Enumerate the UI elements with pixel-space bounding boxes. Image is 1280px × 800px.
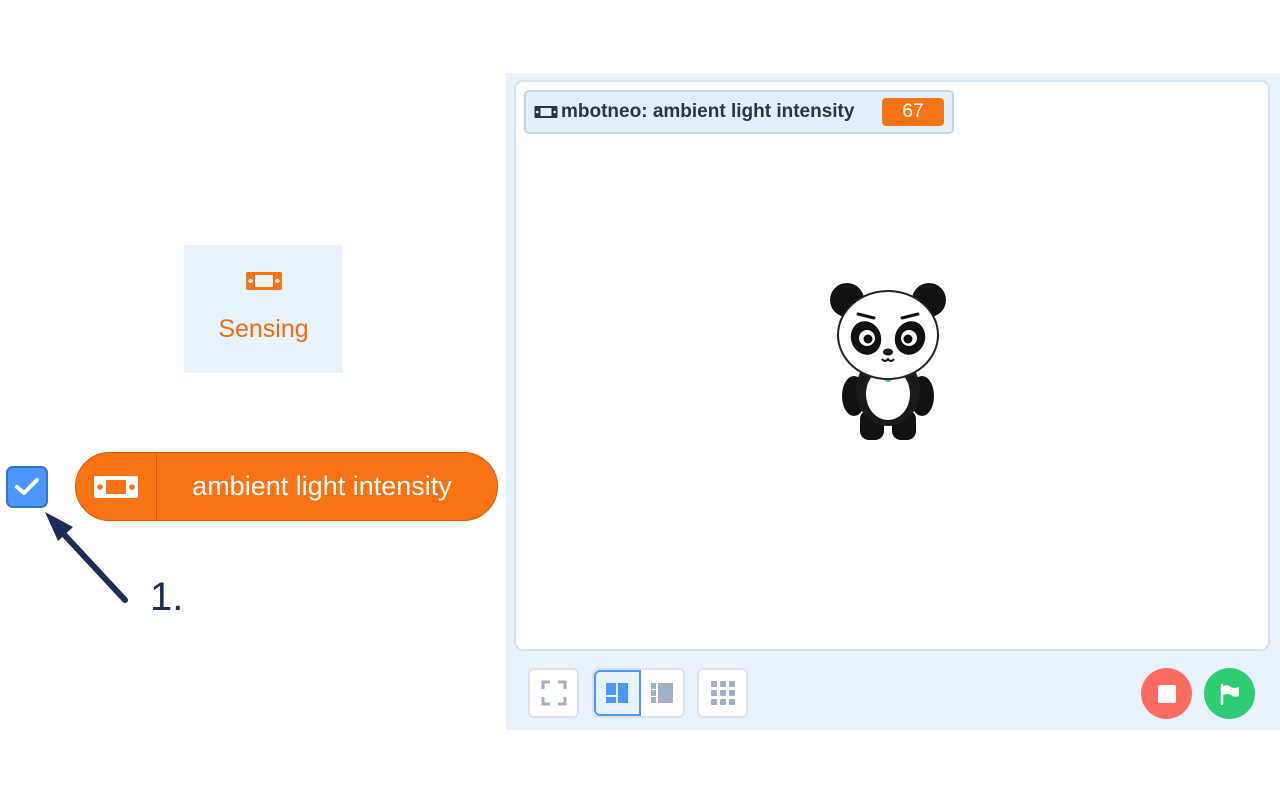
mbotneo-device-icon [76, 453, 157, 520]
annotation-number-1: 1. [150, 575, 184, 619]
green-flag-icon [1220, 683, 1239, 705]
fullscreen-button[interactable] [528, 668, 579, 718]
monitor-value: 67 [882, 98, 944, 126]
arrow-1 [45, 512, 128, 603]
mbotneo-device-icon [245, 270, 283, 297]
block-label: ambient light intensity [192, 471, 452, 501]
stop-button[interactable] [1141, 668, 1192, 719]
show-monitor-checkbox[interactable] [6, 466, 48, 508]
small-stage-layout-button[interactable] [594, 670, 641, 716]
monitor-label: mbotneo: ambient light intensity [561, 101, 855, 122]
checkmark-icon [15, 478, 39, 495]
stage-layout-toggle[interactable] [592, 668, 685, 718]
stage-canvas[interactable]: mbotneo: ambient light intensity 67 [514, 80, 1270, 651]
mbotneo-device-icon [534, 105, 558, 119]
green-flag-button[interactable] [1204, 668, 1255, 719]
grid-button[interactable] [697, 668, 748, 718]
sensing-category-label: Sensing [218, 315, 309, 343]
normal-stage-layout-icon [650, 683, 673, 703]
normal-stage-layout-button[interactable] [641, 670, 684, 716]
small-stage-layout-icon [606, 683, 629, 703]
sensing-category-tile[interactable]: Sensing [184, 245, 343, 373]
fullscreen-icon [541, 680, 566, 706]
ambient-light-intensity-block[interactable]: ambient light intensity [75, 452, 498, 521]
stop-icon [1157, 684, 1176, 703]
stage-panel: mbotneo: ambient light intensity 67 [506, 73, 1280, 730]
grid-icon [710, 681, 735, 705]
variable-monitor[interactable]: mbotneo: ambient light intensity 67 [524, 90, 954, 134]
panda-sprite[interactable] [828, 278, 948, 448]
